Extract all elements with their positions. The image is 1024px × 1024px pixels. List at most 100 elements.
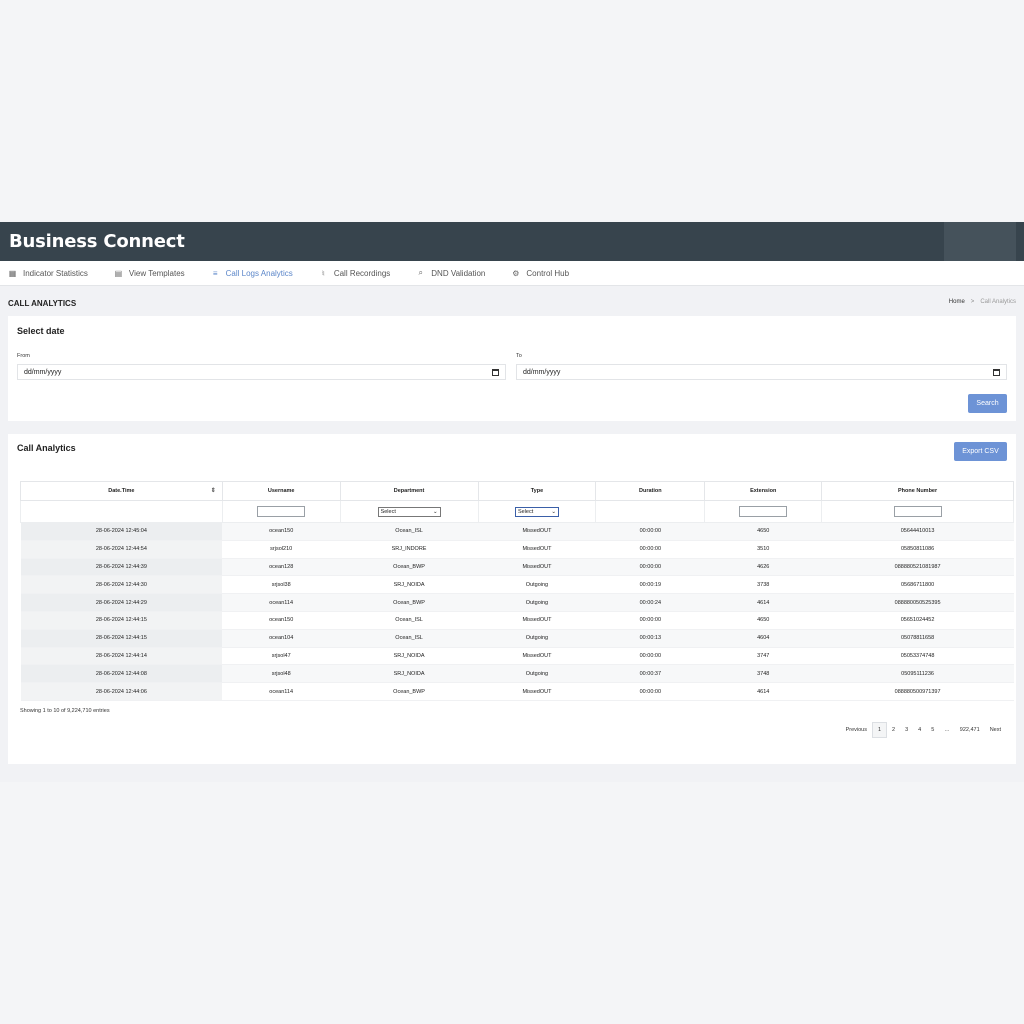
table-row[interactable]: 28-06-2024 12:44:54 srjsol210 SRJ_INDORE Mi… — [20, 540, 1014, 559]
table-row[interactable]: 28-06-2024 12:44:08 srjsol48 SRJ_NOIDA Outg… — [20, 664, 1014, 684]
brand-title: Business Connect — [9, 231, 185, 252]
table-cell: 28-06-2024 12:44:06 — [20, 682, 223, 701]
phone-filter-input[interactable] — [893, 506, 942, 517]
column-header-label: Type — [530, 488, 544, 494]
sort-icon[interactable]: ⇕ — [211, 487, 216, 494]
table-row[interactable]: 28-06-2024 12:44:15 ocean104 Ocean_ISL Outg… — [20, 629, 1014, 648]
to-date-input[interactable]: dd/mm/yyyy — [516, 364, 1007, 380]
list-icon: ≡ — [212, 268, 218, 278]
export-csv-button[interactable]: Export CSV — [954, 442, 1007, 461]
column-header-label: Department — [393, 488, 425, 494]
table-cell: 28-06-2024 12:44:15 — [20, 629, 223, 648]
table-cell: Outgoing — [478, 593, 596, 612]
breadcrumb-home[interactable]: Home — [949, 299, 965, 305]
header-user-area[interactable] — [944, 222, 1016, 261]
pagination-page-last[interactable]: 922,471 — [955, 727, 985, 733]
table-cell: 00:00:00 — [595, 611, 705, 630]
nav-item-label: Call Logs Analytics — [225, 268, 293, 278]
pagination-ellipsis: … — [944, 727, 950, 733]
table-cell: 00:00:00 — [595, 558, 705, 577]
from-date-input[interactable]: dd/mm/yyyy — [17, 364, 506, 380]
pagination-page-3[interactable]: 3 — [900, 727, 913, 733]
search-button[interactable]: Search — [968, 394, 1007, 413]
nav-item-indicator-statistics[interactable]: ▦ Indicator Statistics — [8, 269, 88, 278]
column-header-label: Date.Time — [108, 488, 135, 494]
table-cell: 088880521081987 — [821, 558, 1014, 577]
table-cell: 4614 — [704, 593, 822, 612]
column-header[interactable]: Username — [221, 481, 341, 501]
nav-item-call-logs-analytics[interactable]: ≡ Call Logs Analytics — [211, 269, 293, 278]
table-cell: 05644410013 — [821, 522, 1014, 541]
column-header[interactable]: Duration — [595, 481, 706, 501]
app-header: Business Connect — [0, 222, 1024, 261]
table-cell: 00:00:19 — [595, 575, 705, 595]
table-cell: MissedOUT — [478, 611, 596, 630]
table-cell: 088880050525395 — [821, 593, 1014, 612]
extension-filter-input[interactable] — [739, 506, 788, 517]
calendar-icon[interactable] — [492, 369, 499, 376]
column-header[interactable]: Department — [339, 481, 479, 501]
table-cell: MissedOUT — [478, 558, 596, 577]
table-cell: 088880500971397 — [821, 682, 1014, 701]
nav-item-label: DND Validation — [431, 268, 486, 278]
table-cell: 05078811658 — [821, 629, 1014, 648]
table-cell: MissedOUT — [478, 647, 596, 666]
pagination-page-2[interactable]: 2 — [887, 727, 900, 733]
table-row[interactable]: 28-06-2024 12:44:14 srjsol47 SRJ_NOIDA Miss… — [20, 647, 1014, 666]
table-cell: Ocean_ISL — [340, 611, 479, 630]
table-row[interactable]: 28-06-2024 12:44:29 ocean114 Ocean_BWP Outg… — [20, 593, 1014, 612]
table-cell: 3747 — [704, 647, 822, 666]
table-cell: ocean114 — [222, 682, 341, 701]
column-header[interactable]: Date.Time ⇕ — [20, 481, 223, 501]
table-cell: 4604 — [704, 629, 822, 648]
table-cell: Outgoing — [478, 629, 596, 648]
type-filter-select[interactable]: Select ⌄ — [514, 506, 559, 517]
table-cell: 00:00:00 — [595, 540, 705, 559]
filter-cell-extension — [704, 500, 823, 523]
table-cell: 4650 — [704, 522, 822, 541]
pagination-page-5[interactable]: 5 — [926, 727, 939, 733]
column-header[interactable]: Type — [477, 481, 597, 501]
nav-item-control-hub[interactable]: ⚙ Control Hub — [511, 269, 569, 278]
department-filter-select[interactable]: Select ⌄ — [377, 506, 441, 517]
breadcrumb-separator-icon: > — [970, 299, 975, 305]
nav-item-label: Control Hub — [526, 268, 570, 278]
pagination-previous-button[interactable]: Previous — [841, 727, 872, 733]
breadcrumb: Home > Call Analytics — [949, 299, 1016, 305]
document-icon: ▤ — [114, 268, 123, 278]
calendar-icon[interactable] — [993, 369, 1000, 376]
nav-item-view-templates[interactable]: ▤ View Templates — [114, 269, 185, 278]
filter-cell-username — [221, 500, 341, 523]
pagination-next-button[interactable]: Next — [985, 727, 1006, 733]
pagination-page-1[interactable]: 1 — [871, 722, 888, 738]
column-header[interactable]: Phone Number — [821, 481, 1014, 501]
gear-icon: ⚙ — [512, 268, 520, 278]
table-row[interactable]: 28-06-2024 12:44:39 ocean128 Ocean_BWP Miss… — [20, 558, 1014, 577]
filter-cell-department: Select ⌄ — [339, 500, 479, 523]
column-header-label: Extension — [750, 488, 777, 494]
table-row[interactable]: 28-06-2024 12:44:06 ocean114 Ocean_BWP Miss… — [20, 682, 1014, 701]
pagination-page-4[interactable]: 4 — [913, 727, 926, 733]
column-header[interactable]: Extension — [704, 481, 823, 501]
table-cell: 4614 — [704, 682, 822, 701]
from-label: From — [17, 353, 30, 359]
table-cell: 4626 — [704, 558, 822, 577]
nav-item-call-recordings[interactable]: ♮ Call Recordings — [319, 269, 390, 278]
username-filter-input[interactable] — [257, 506, 306, 517]
table-cell: Ocean_ISL — [340, 629, 479, 648]
table-cell: Ocean_ISL — [340, 522, 479, 541]
call-analytics-card: Call Analytics Export CSV Date.Time ⇕ User… — [8, 434, 1016, 764]
table-row[interactable]: 28-06-2024 12:44:15 ocean150 Ocean_ISL Miss… — [20, 611, 1014, 630]
nav-item-label: Indicator Statistics — [23, 268, 88, 278]
table-row[interactable]: 28-06-2024 12:44:30 srjsol38 SRJ_NOIDA Outg… — [20, 575, 1014, 595]
table-row[interactable]: 28-06-2024 12:45:04 ocean150 Ocean_ISL Miss… — [20, 522, 1014, 541]
pagination: Previous 1 2 3 4 5 … 922,471 Next — [841, 722, 1006, 738]
nav-item-dnd-validation[interactable]: ⌕ DND Validation — [416, 268, 486, 278]
column-header-label: Phone Number — [898, 488, 938, 494]
table-cell: 05053374748 — [821, 647, 1014, 666]
table-cell: MissedOUT — [478, 522, 596, 541]
table-cell: srjsol210 — [222, 540, 341, 559]
table-cell: SRJ_NOIDA — [340, 664, 479, 684]
table-cell: 00:00:24 — [595, 593, 705, 612]
table-cell: srjsol48 — [222, 664, 341, 684]
